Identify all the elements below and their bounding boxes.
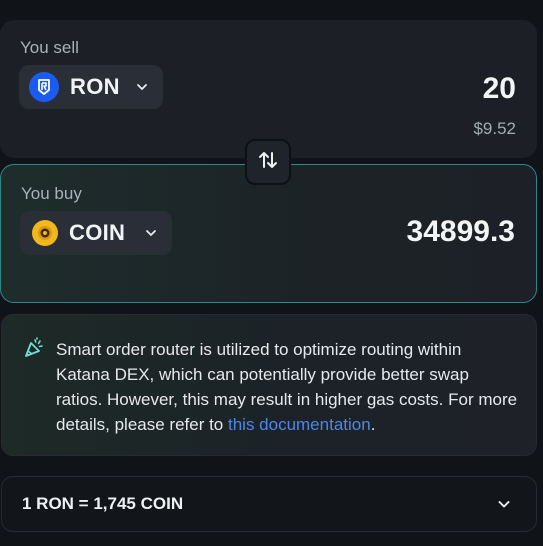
- smart-router-notice: Smart order router is utilized to optimi…: [1, 314, 537, 456]
- notice-end: .: [370, 415, 376, 434]
- sell-label: You sell: [20, 38, 79, 57]
- chevron-down-icon[interactable]: [496, 496, 512, 512]
- swap-direction-button[interactable]: [245, 139, 291, 185]
- buy-amount[interactable]: 34899.3: [407, 215, 515, 249]
- sell-token-selector[interactable]: RON: [19, 65, 163, 109]
- sell-panel: You sell RON 20 $9.52: [0, 20, 537, 158]
- sell-usd-value: $9.52: [473, 119, 516, 138]
- ron-logo-icon: [29, 72, 59, 102]
- buy-token-selector[interactable]: COIN: [20, 211, 172, 255]
- notice-text: Smart order router is utilized to optimi…: [56, 337, 518, 437]
- chevron-down-icon: [135, 80, 149, 94]
- documentation-link[interactable]: this documentation: [228, 415, 371, 434]
- exchange-rate-row[interactable]: 1 RON = 1,745 COIN: [1, 476, 537, 532]
- exchange-rate-text: 1 RON = 1,745 COIN: [22, 494, 184, 513]
- swap-arrows-icon: [257, 149, 279, 176]
- buy-label: You buy: [21, 184, 82, 203]
- chevron-down-icon: [144, 226, 158, 240]
- sell-token-name: RON: [70, 74, 120, 99]
- coin-logo-icon: [32, 220, 58, 246]
- buy-token-name: COIN: [69, 220, 126, 245]
- sell-amount[interactable]: 20: [483, 72, 516, 106]
- party-popper-icon: [23, 337, 45, 364]
